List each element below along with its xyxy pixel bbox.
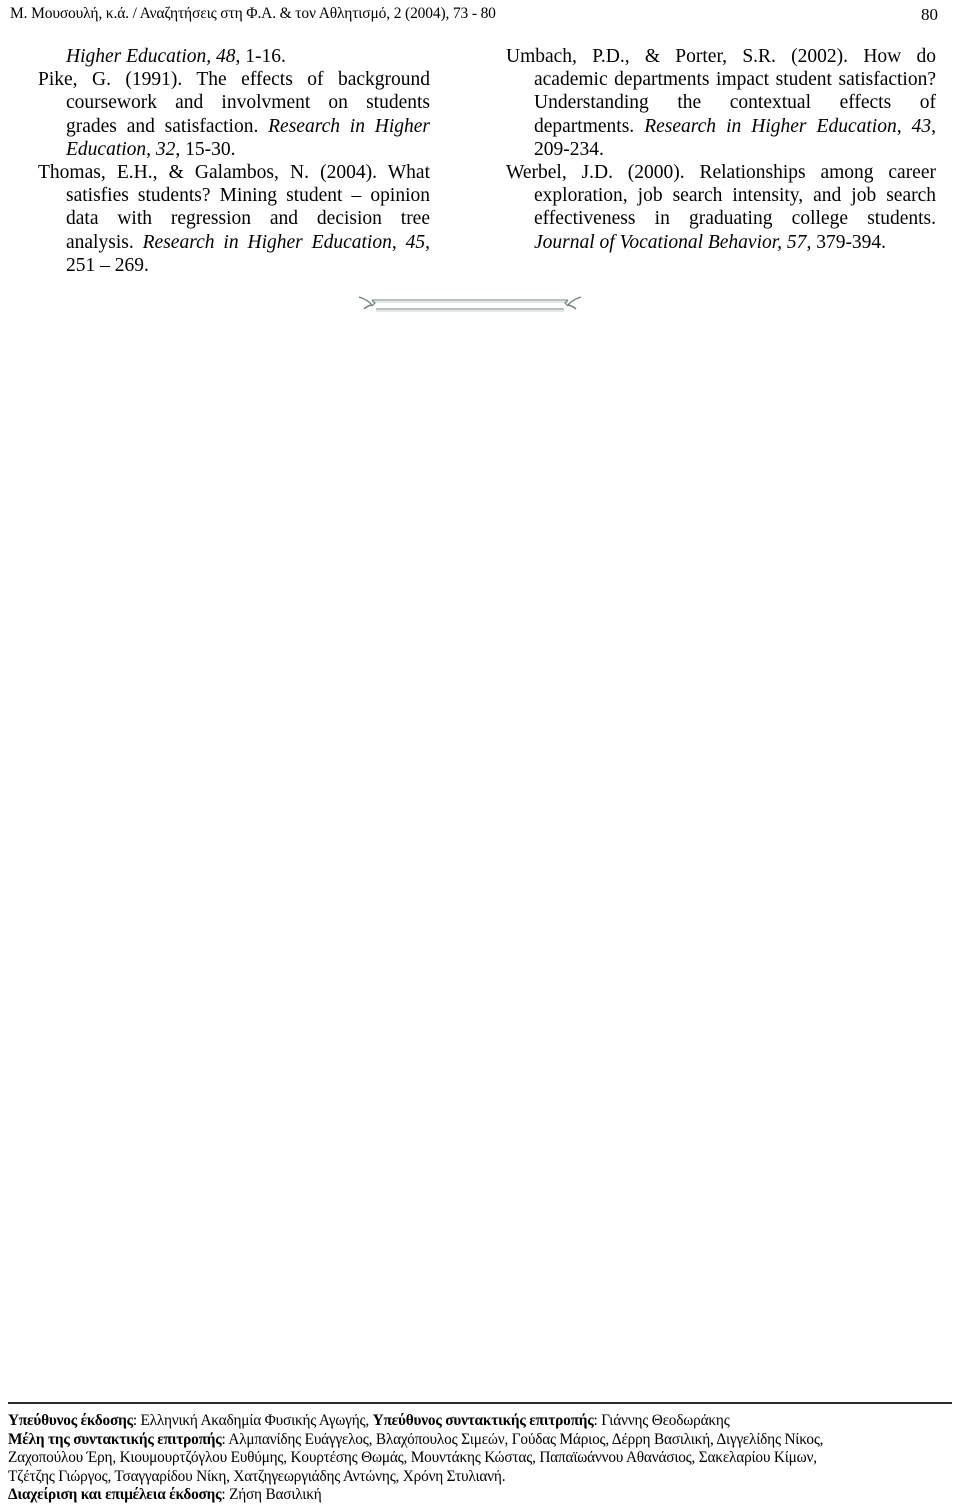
bold-run: Διαχείριση και επιμέλεια έκδοσης [8,1486,222,1504]
colophon-line: Διαχείριση και επιμέλεια έκδοσης: Ζήση Β… [8,1486,952,1505]
colophon-line: Υπεύθυνος έκδοσης: Ελληνική Ακαδημία Φυσ… [8,1412,952,1431]
colophon-lines: Υπεύθυνος έκδοσης: Ελληνική Ακαδημία Φυσ… [8,1412,952,1505]
bold-run: Υπεύθυνος έκδοσης [8,1412,133,1429]
colophon: Υπεύθυνος έκδοσης: Ελληνική Ακαδημία Φυσ… [8,1402,952,1505]
colophon-line: Ζαχοπούλου Έρη, Κιουμουρτζόγλου Ευθύμης,… [8,1449,952,1468]
reference-entry: Higher Education, 48, 1-16. [38,45,430,68]
text-run: Τζέτζης Γιώργος, Τσαγγαρίδου Νίκη, Χατζη… [8,1467,506,1485]
running-head: Μ. Μουσουλή, κ.ά. / Αναζητήσεις στη Φ.Α.… [0,0,960,34]
text-run: , 379-394. [806,231,887,253]
bold-run: Μέλη της συντακτικής επιτροπής [8,1430,222,1448]
reference-entry: Umbach, P.D., & Porter, S.R. (2002). How… [506,45,936,161]
text-run: , 15-30. [175,138,236,160]
italic-run: Journal of Vocational Behavior, 57 [534,231,807,253]
reference-entry: Pike, G. (1991). The effects of backgrou… [38,68,430,161]
text-run: Ζαχοπούλου Έρη, Κιουμουρτζόγλου Ευθύμης,… [8,1449,817,1467]
page-number: 80 [921,5,938,24]
text-run: Werbel, J.D. (2000). Relationships among… [506,162,936,230]
italic-run: Research in Higher Education, 43 [644,115,932,137]
reference-entry: Werbel, J.D. (2000). Relationships among… [506,161,936,254]
colophon-line: Τζέτζης Γιώργος, Τσαγγαρίδου Νίκη, Χατζη… [8,1468,952,1487]
text-run: , 1-16. [235,46,286,67]
text-run: : Αλμπανίδης Ευάγγελος, Βλαχόπουλος Σιμε… [221,1430,824,1448]
italic-run: Research in Higher Education, 45 [142,231,426,253]
text-run: : Ζήση Βασιλική [221,1486,322,1504]
colophon-divider [8,1402,952,1404]
reference-entry: Thomas, E.H., & Galambos, N. (2004). Wha… [38,161,430,277]
text-run: : Γιάννης Θεοδωράκης [593,1412,730,1429]
colophon-line: Μέλη της συντακτικής επιτροπής: Αλμπανίδ… [8,1431,952,1450]
bold-run: Υπεύθυνος συντακτικής επιτροπής [372,1412,594,1429]
text-run: : Ελληνική Ακαδημία Φυσικής Αγωγής, [132,1412,373,1429]
italic-run: Higher Education, 48 [66,46,236,67]
references-column-right: Umbach, P.D., & Porter, S.R. (2002). How… [506,45,936,254]
double-rule-flourish-ornament [355,292,585,316]
references-column-left: Higher Education, 48, 1-16. Pike, G. (199… [38,45,430,277]
running-head-citation: Μ. Μουσουλή, κ.ά. / Αναζητήσεις στη Φ.Α.… [10,5,496,22]
